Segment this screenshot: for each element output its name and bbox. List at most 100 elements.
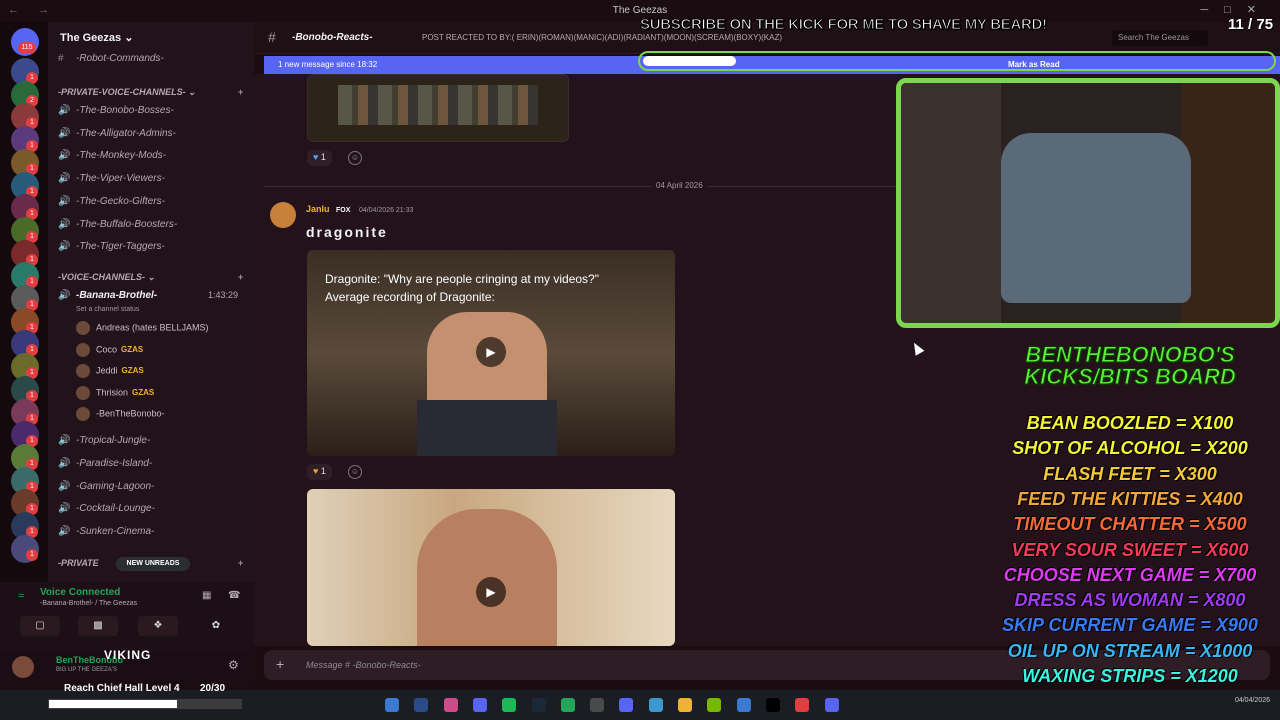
taskbar-app-icon[interactable] (590, 698, 605, 712)
voice-timer: 1:43:29 (208, 290, 239, 300)
voice-member[interactable]: Thrision GZAS (76, 385, 154, 402)
voice-connected-title[interactable]: Voice Connected (40, 587, 120, 598)
voice-channel[interactable]: 🔊 -The-Alligator-Admins- (58, 128, 176, 146)
voice-member[interactable]: -BenTheBonobo- (76, 407, 169, 423)
channel-label: -Banana-Brothel- (76, 290, 158, 301)
reaction-heart[interactable]: ♥ 1 (307, 464, 332, 480)
window-controls[interactable]: ─□✕ (1200, 3, 1272, 16)
channel-sidebar: The Geezas ⌄ # -Robot-Commands- -PRIVATE-… (48, 22, 254, 582)
channel-label: -Paradise-Island- (76, 457, 153, 469)
taskbar-app-icon[interactable] (707, 698, 722, 712)
board-item: VERY SOUR SWEET = X600 (1011, 539, 1249, 560)
voice-member[interactable]: Andreas (hates BELLJAMS) (76, 321, 213, 337)
speaker-icon: 🔊 (58, 526, 71, 538)
viking-logo: VIKING (104, 648, 152, 662)
speaker-icon: 🔊 (58, 173, 71, 185)
board-item: SKIP CURRENT GAME = X900 (1002, 615, 1258, 636)
video-suit (417, 400, 557, 456)
voice-connected-subtitle[interactable]: -Banana-Brothel- / The Geezas (40, 600, 137, 607)
video-embed[interactable]: Dragonite: "Why are people cringing at m… (307, 250, 675, 456)
taskbar-app-icon[interactable] (795, 698, 810, 712)
message-author[interactable]: Janlu FOX 04/04/2026 21:33 (306, 204, 413, 214)
voice-channel[interactable]: 🔊 -Cocktail-Lounge- (58, 503, 155, 521)
voice-channel[interactable]: 🔊 -The-Buffalo-Boosters- (58, 219, 177, 237)
category-label: -VOICE-CHANNELS- (58, 272, 145, 282)
taskbar-app-icon[interactable] (414, 698, 429, 712)
category-private-voice[interactable]: -PRIVATE-VOICE-CHANNELS- ⌄ + (58, 87, 243, 98)
activities-icon[interactable]: ❖ (138, 616, 178, 636)
message-text: dragonite (306, 224, 388, 240)
category-voice[interactable]: -VOICE-CHANNELS- ⌄ + (58, 272, 243, 283)
voice-member[interactable]: Jeddi GZAS (76, 364, 144, 380)
category-private-bottom[interactable]: -PRIVATE + (58, 558, 243, 568)
voice-channel[interactable]: 🔊 -The-Bonobo-Bosses- (58, 105, 174, 123)
voice-member[interactable]: Coco GZAS (76, 342, 143, 359)
author-name[interactable]: Janlu (306, 204, 330, 214)
noise-suppression-icon[interactable]: ▦ (202, 590, 211, 601)
kick-banner: SUBSCRIBE ON THE KICK FOR ME TO SHAVE MY… (640, 16, 1048, 34)
add-reaction-icon[interactable]: ☺ (348, 151, 362, 165)
avatar[interactable] (270, 202, 296, 228)
goal-counter: 11 / 75 (1228, 16, 1274, 33)
channel-label: -The-Tiger-Taggers- (76, 241, 165, 253)
voice-channel[interactable]: 🔊 -The-Monkey-Mods- (58, 150, 166, 168)
channel-label: -Tropical-Jungle- (76, 435, 151, 446)
member-name: Jeddi (96, 365, 118, 376)
disconnect-icon[interactable]: ☎ (228, 590, 240, 601)
taskbar-app-icon[interactable] (648, 698, 663, 712)
channel-status[interactable]: Set a channel status (76, 306, 139, 313)
taskbar-app-icon[interactable] (619, 698, 634, 712)
user-status: BIG UP THE GEEZA'S (56, 667, 117, 673)
soundboard-icon[interactable]: ✿ (196, 616, 236, 636)
taskbar-app-icon[interactable] (824, 698, 839, 712)
voice-channel[interactable]: 🔊 -Tropical-Jungle- (58, 435, 150, 453)
taskbar-app-icon[interactable] (472, 698, 487, 712)
taskbar-app-icon[interactable] (765, 698, 780, 712)
channel-robot-commands[interactable]: # -Robot-Commands- (58, 53, 164, 71)
guild-header[interactable]: The Geezas ⌄ (48, 22, 254, 52)
minecraft-image[interactable] (307, 74, 569, 142)
search-input[interactable]: Search The Geezas (1112, 30, 1208, 46)
channel-label: -Cocktail-Lounge- (76, 503, 155, 515)
home-badge: 115 (18, 42, 36, 54)
screen-share-icon[interactable]: ▩ (78, 616, 118, 636)
voice-channel[interactable]: 🔊 -The-Viper-Viewers- (58, 173, 165, 191)
plus-icon[interactable]: + (238, 272, 243, 282)
video-caption: Dragonite: "Why are people cringing at m… (325, 272, 599, 286)
taskbar-app-icon[interactable] (443, 698, 458, 712)
plus-icon[interactable]: + (238, 87, 243, 97)
avatar (76, 385, 90, 400)
image-content (338, 85, 538, 125)
voice-channel[interactable]: 🔊 -The-Gecko-Gifters- (58, 196, 165, 214)
add-reaction-icon[interactable]: ☺ (348, 465, 362, 479)
channel-topic[interactable]: POST REACTED TO BY:( ERIN)(ROMAN)(MANIC)… (422, 33, 782, 42)
channel-label: -The-Gecko-Gifters- (76, 195, 165, 207)
plus-icon[interactable]: + (276, 656, 284, 672)
board-item: OIL UP ON STREAM = X1000 (1007, 640, 1253, 661)
avatar (76, 321, 90, 335)
channel-label: -The-Buffalo-Boosters- (76, 218, 178, 230)
gear-icon[interactable]: ⚙ (228, 658, 239, 672)
taskbar-app-icon[interactable] (531, 698, 546, 712)
board-item: FEED THE KITTIES = X400 (1017, 488, 1243, 509)
level-goal-count: 20/30 (200, 683, 226, 694)
taskbar-app-icon[interactable] (678, 698, 692, 712)
voice-channel[interactable]: 🔊 -The-Tiger-Taggers- (58, 241, 165, 259)
plus-icon[interactable]: + (238, 558, 243, 568)
new-unreads-button[interactable]: NEW UNREADS (116, 557, 190, 571)
member-tag: GZAS (121, 366, 144, 376)
taskbar-app-icon[interactable] (502, 698, 517, 712)
video-embed-2[interactable]: ▶ (307, 489, 675, 646)
taskbar-app-icon[interactable] (385, 698, 399, 712)
voice-channel[interactable]: 🔊 -Gaming-Lagoon- (58, 481, 154, 499)
taskbar-app-icon[interactable] (736, 698, 751, 712)
play-icon[interactable]: ▶ (476, 337, 506, 367)
composer-placeholder[interactable]: Message # -Bonobo-Reacts- (306, 660, 421, 670)
taskbar-app-icon[interactable] (560, 698, 575, 712)
reaction-heart[interactable]: ♥ 1 (307, 150, 332, 166)
play-icon[interactable]: ▶ (476, 577, 506, 607)
avatar[interactable] (12, 656, 34, 678)
camera-off-icon[interactable]: ▢ (20, 616, 60, 636)
voice-channel[interactable]: 🔊 -Sunken-Cinema- (58, 526, 154, 544)
voice-channel[interactable]: 🔊 -Paradise-Island- (58, 458, 152, 476)
